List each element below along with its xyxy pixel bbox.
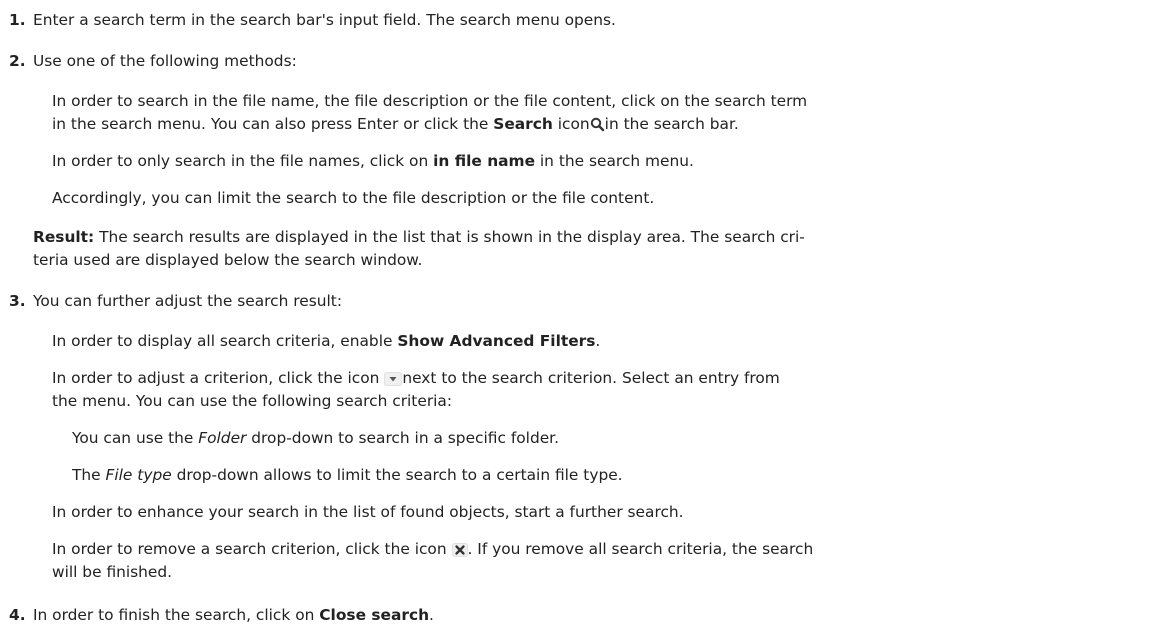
folder-criterion: You can use the Folder drop-down to sear… — [72, 429, 559, 447]
method-search-all-line2: in the search menu. You can also press E… — [52, 115, 739, 133]
method-limit: Accordingly, you can limit the search to… — [52, 189, 655, 207]
result-line2: teria used are displayed below the searc… — [33, 251, 423, 269]
adjust-criterion-line1: In order to adjust a criterion, click th… — [52, 369, 780, 387]
remove-criterion-line1: In order to remove a search criterion, c… — [52, 540, 814, 558]
in-file-name-label: in file name — [433, 152, 536, 170]
step-3-text: You can further adjust the search result… — [33, 292, 343, 310]
enhance-search-line: In order to enhance your search in the l… — [52, 503, 684, 521]
step-2-number: 2. — [9, 52, 26, 70]
method-search-all-line1: In order to search in the file name, the… — [52, 92, 808, 110]
search-label: Search — [493, 115, 553, 133]
step-1-text: Enter a search term in the search bar's … — [33, 11, 616, 29]
step-3-number: 3. — [9, 292, 26, 310]
result-line1: Result: The search results are displayed… — [33, 228, 805, 246]
adjust-criterion-line2: the menu. You can use the following sear… — [52, 392, 453, 410]
search-icon — [590, 117, 604, 132]
result-label: Result: — [33, 228, 95, 246]
folder-label: Folder — [198, 429, 247, 447]
step-4-text: In order to finish the search, click on … — [33, 606, 434, 624]
remove-x-icon — [451, 542, 468, 557]
method-file-name: In order to only search in the file name… — [52, 152, 694, 170]
show-advanced-filters-label: Show Advanced Filters — [397, 332, 596, 350]
file-type-label: File type — [105, 466, 172, 484]
step-1-number: 1. — [9, 11, 26, 29]
step-2-text: Use one of the following methods: — [33, 52, 297, 70]
remove-criterion-line2: will be finished. — [52, 563, 173, 581]
show-advanced-filters-line: In order to display all search criteria,… — [52, 332, 601, 350]
close-search-label: Close search — [319, 606, 430, 624]
step-4-number: 4. — [9, 606, 26, 624]
help-page: 1. Enter a search term in the search bar… — [0, 0, 1157, 637]
dropdown-arrow-icon — [384, 371, 403, 386]
file-type-criterion: The File type drop-down allows to limit … — [72, 466, 623, 484]
